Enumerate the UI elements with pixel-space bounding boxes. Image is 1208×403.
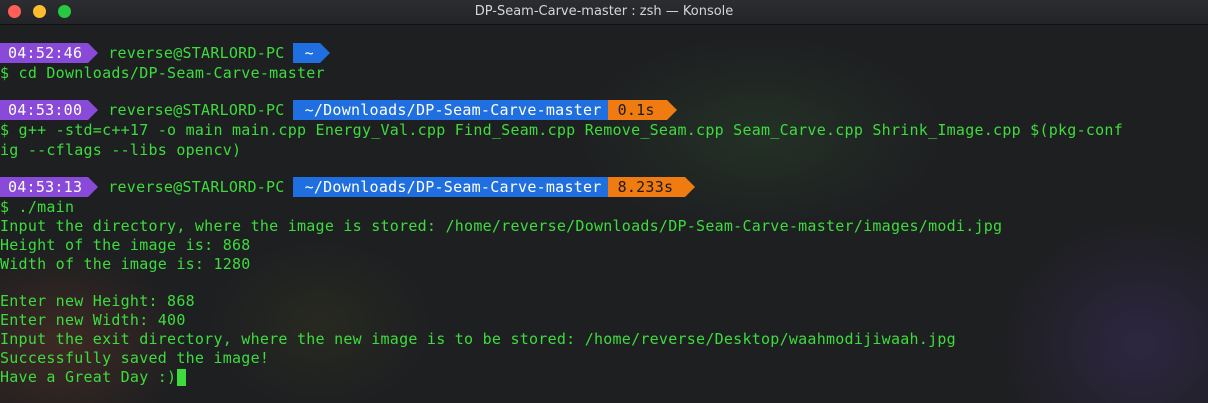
prompt-separator-icon bbox=[685, 177, 696, 197]
prompt-time: 04:52:46 bbox=[0, 43, 89, 63]
window-title: DP-Seam-Carve-master : zsh — Konsole bbox=[474, 4, 734, 19]
prompt-time: 04:53:13 bbox=[0, 177, 89, 197]
output-line: Width of the image is: 1280 bbox=[0, 255, 251, 273]
command-line-wrap: ig --cflags --libs opencv) bbox=[0, 141, 242, 159]
prompt-separator-icon bbox=[319, 43, 330, 63]
prompt-directory: ~/Downloads/DP-Seam-Carve-master bbox=[292, 177, 608, 197]
prompt-user: reverse@STARLORD-PC bbox=[108, 101, 285, 119]
prompt-separator-icon bbox=[88, 100, 99, 120]
output-line: Input the exit directory, where the new … bbox=[0, 330, 956, 348]
terminal-area[interactable]: 04:52:46 reverse@STARLORD-PC ~ $ cd Down… bbox=[0, 25, 1208, 403]
prompt-duration: 8.233s bbox=[607, 177, 686, 197]
prompt-user: reverse@STARLORD-PC bbox=[108, 44, 285, 62]
command-line: $ g++ -std=c++17 -o main main.cpp Energy… bbox=[0, 121, 1123, 139]
output-text: Have a Great Day :) bbox=[0, 368, 177, 386]
command-line: $ cd Downloads/DP-Seam-Carve-master bbox=[0, 64, 325, 82]
konsole-window: DP-Seam-Carve-master : zsh — Konsole 04:… bbox=[0, 0, 1208, 403]
prompt-separator-icon bbox=[88, 43, 99, 63]
prompt-line: 04:53:00 reverse@STARLORD-PC ~/Downloads… bbox=[0, 100, 677, 120]
terminal-cursor bbox=[177, 369, 187, 386]
prompt-directory: ~ bbox=[292, 43, 320, 63]
prompt-line: 04:52:46 reverse@STARLORD-PC ~ bbox=[0, 43, 330, 63]
output-line: Enter new Width: 400 bbox=[0, 311, 186, 329]
output-line: Enter new Height: 868 bbox=[0, 292, 195, 310]
command-line: $ ./main bbox=[0, 198, 75, 216]
prompt-separator-icon bbox=[88, 177, 99, 197]
prompt-directory: ~/Downloads/DP-Seam-Carve-master bbox=[292, 100, 608, 120]
prompt-user: reverse@STARLORD-PC bbox=[108, 178, 285, 196]
prompt-time: 04:53:00 bbox=[0, 100, 89, 120]
prompt-duration: 0.1s bbox=[607, 100, 667, 120]
output-line: Height of the image is: 868 bbox=[0, 236, 251, 254]
output-line: Successfully saved the image! bbox=[0, 349, 270, 367]
prompt-separator-icon bbox=[666, 100, 677, 120]
prompt-line: 04:53:13 reverse@STARLORD-PC ~/Downloads… bbox=[0, 177, 696, 197]
title-bar: DP-Seam-Carve-master : zsh — Konsole bbox=[0, 0, 1208, 25]
output-line-last: Have a Great Day :) bbox=[0, 367, 187, 387]
output-line: Input the directory, where the image is … bbox=[0, 217, 1003, 235]
